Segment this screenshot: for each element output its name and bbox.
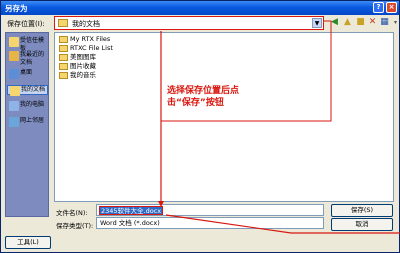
place-my-computer[interactable]: 我的电脑 — [7, 101, 48, 111]
title-bar[interactable]: 另存为 ? × — [1, 1, 399, 15]
place-label: 我最近的文档 — [20, 51, 45, 66]
tools-icon[interactable]: ▾ — [390, 17, 400, 28]
save-button[interactable]: 保存(S) — [331, 204, 393, 217]
filetype-dropdown[interactable]: Word 文档 (*.docx) — [96, 217, 324, 229]
new-folder-icon[interactable]: ■ — [355, 17, 366, 28]
list-item[interactable]: 美图图库 — [59, 53, 96, 61]
folder-icon — [59, 54, 68, 61]
folder-icon — [59, 63, 68, 70]
cancel-button[interactable]: 取消 — [331, 218, 393, 231]
save-in-value: 我的文档 — [72, 20, 100, 28]
views-icon[interactable]: ▦ — [379, 17, 390, 28]
save-in-dropdown[interactable]: 我的文档 ▼ — [54, 16, 324, 30]
my-documents-icon — [10, 86, 20, 96]
template-icon — [9, 37, 19, 47]
back-icon[interactable]: ◀ — [329, 17, 340, 28]
file-name: 美图图库 — [70, 53, 96, 61]
list-item[interactable]: My RTX Files — [59, 35, 110, 43]
up-folder-icon[interactable]: ▲ — [342, 17, 353, 28]
filename-label: 文件名(N): — [56, 209, 88, 217]
place-network[interactable]: 网上邻居 — [7, 117, 48, 127]
place-recent[interactable]: 我最近的文档 — [7, 51, 48, 67]
place-label: 我的文档 — [21, 86, 46, 93]
list-item[interactable]: 图片收藏 — [59, 62, 96, 70]
folder-icon — [59, 72, 68, 79]
save-in-label: 保存位置(I): — [7, 20, 45, 28]
file-name: RTXC File List — [70, 44, 113, 52]
filetype-label: 保存类型(T): — [56, 222, 94, 230]
place-label: 受信任模板 — [20, 37, 45, 52]
network-icon — [9, 117, 19, 127]
place-desktop[interactable]: 桌面 — [7, 69, 48, 79]
filename-field[interactable]: 2345软件大全.docx — [96, 204, 324, 216]
my-computer-icon — [9, 101, 19, 111]
places-bar: 受信任模板 我最近的文档 桌面 我的文档 我的电脑 网上邻居 — [5, 32, 49, 217]
place-my-documents[interactable]: 我的文档 — [7, 85, 48, 96]
tools-button[interactable]: 工具(L) — [5, 236, 51, 249]
window-title: 另存为 — [5, 4, 28, 13]
annotation-text: 选择保存位置后点击“保存”按钮 — [167, 86, 240, 108]
folder-icon — [58, 19, 68, 27]
close-icon[interactable]: × — [386, 2, 397, 13]
desktop-icon — [9, 69, 19, 79]
file-name: 我的音乐 — [70, 71, 96, 79]
folder-icon — [59, 45, 68, 52]
help-icon[interactable]: ? — [373, 2, 384, 13]
place-label: 网上邻居 — [20, 117, 45, 124]
file-name: My RTX Files — [70, 35, 111, 43]
save-as-dialog: 另存为 ? × 保存位置(I): 我的文档 ▼ ◀ ▲ ■ ✕ ▦ ▾ 受信任模… — [0, 0, 400, 253]
recent-icon — [9, 51, 19, 61]
file-list[interactable]: My RTX Files RTXC File List 美图图库 图片收藏 我的… — [54, 32, 394, 202]
place-label: 我的电脑 — [20, 101, 45, 108]
list-item[interactable]: 我的音乐 — [59, 71, 96, 79]
chevron-down-icon[interactable]: ▼ — [312, 18, 322, 28]
place-label: 桌面 — [20, 69, 33, 76]
file-name: 图片收藏 — [70, 62, 96, 70]
filename-value: 2345软件大全.docx — [99, 206, 164, 215]
delete-icon[interactable]: ✕ — [367, 17, 378, 28]
folder-icon — [59, 36, 68, 43]
list-item[interactable]: RTXC File List — [59, 44, 113, 52]
